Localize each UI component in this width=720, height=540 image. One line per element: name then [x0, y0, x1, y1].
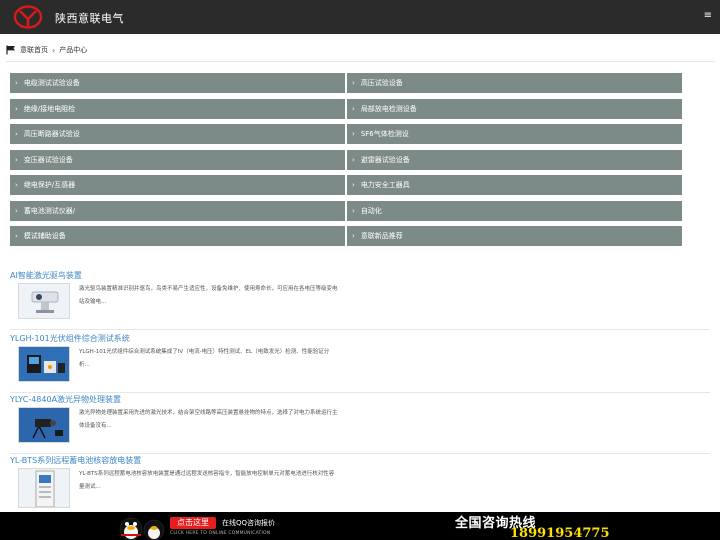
- category-label: 继电保护/互感器: [23, 181, 76, 189]
- footer-bar: 点击这里 在线QQ咨询报价 CLICK HERE TO ONLINE COMMU…: [0, 512, 720, 540]
- category-label: 变压器试验设备: [23, 155, 73, 164]
- product-title-link[interactable]: YL-BTS系列远程蓄电池核容放电装置: [10, 455, 141, 466]
- breadcrumb-current: 产品中心: [59, 46, 88, 54]
- product-divider: [10, 392, 710, 393]
- chevron-right-icon: ›: [15, 130, 18, 138]
- category-label: SF6气体检测设: [360, 130, 409, 138]
- category-item[interactable]: › SF6气体检测设: [347, 124, 684, 144]
- hotline-number[interactable]: 18991954775: [510, 526, 610, 540]
- flag-icon: [6, 45, 15, 55]
- pv-tester-photo[interactable]: [18, 346, 70, 382]
- product-description: YL-BTS系列远程蓄电池核容放电装置是通过远程发送核容指令，智能放电控制单元对…: [79, 471, 335, 490]
- chevron-right-icon: ›: [15, 232, 18, 240]
- category-item[interactable]: › 避雷器试验设备: [347, 149, 684, 170]
- category-item[interactable]: › 电力安全工器具: [347, 175, 684, 195]
- chevron-right-icon: ›: [15, 206, 18, 215]
- battery-cabinet-photo[interactable]: [18, 468, 70, 508]
- category-item[interactable]: › 自动化: [347, 200, 684, 221]
- product-title-link[interactable]: YLYC-4840A激光异物处理装置: [10, 394, 121, 405]
- category-label: 局部放电检测设备: [360, 104, 417, 113]
- category-label: 模试辅助设备: [23, 232, 66, 240]
- category-item[interactable]: › 高压断路器试验设: [10, 124, 347, 144]
- chevron-right-icon: ›: [352, 232, 355, 240]
- chevron-right-icon: ›: [352, 79, 355, 87]
- qq-consult-link[interactable]: 在线QQ咨询报价: [222, 518, 275, 528]
- product-description: YLGH-101光伏组件综合测试系统集成了IV（电流-电压）特性测试、EL（电致…: [79, 349, 330, 368]
- chevron-right-icon: ›: [352, 104, 355, 113]
- chevron-right-icon: ›: [352, 181, 355, 189]
- breadcrumb-home-link[interactable]: 意联首页: [20, 45, 48, 55]
- laser-bird-device-photo[interactable]: [18, 283, 70, 319]
- hamburger-icon[interactable]: ≡: [704, 10, 712, 21]
- category-item[interactable]: › 蓄电池测试仪器/: [10, 200, 347, 221]
- category-item[interactable]: › 局部放电检测设备: [347, 98, 684, 119]
- qq-consult-subtitle: CLICK HERE TO ONLINE COMMUNICATION: [170, 531, 271, 536]
- breadcrumb: 意联首页 › 产品中心: [6, 43, 87, 57]
- chevron-right-icon: ›: [15, 79, 18, 87]
- category-label: 绝缘/接地电阻检: [23, 104, 76, 113]
- category-label: 电缆测试试验设备: [23, 79, 80, 87]
- category-label: 高压试验设备: [360, 79, 403, 87]
- product-item: YLYC-4840A激光异物处理装置 激光异物处理装置采用先进的激光技术，结合架…: [10, 394, 710, 454]
- company-logo-icon[interactable]: [13, 5, 43, 29]
- chevron-right-icon: ›: [352, 206, 355, 215]
- click-here-button[interactable]: 点击这里: [170, 517, 216, 529]
- category-label: 避雷器试验设备: [360, 155, 410, 164]
- category-item[interactable]: › 模试辅助设备: [10, 226, 347, 246]
- breadcrumb-divider: [6, 61, 715, 62]
- category-label: 高压断路器试验设: [23, 130, 80, 138]
- breadcrumb-separator: ›: [52, 45, 56, 55]
- laser-removal-photo[interactable]: [18, 407, 70, 443]
- chevron-right-icon: ›: [352, 130, 355, 138]
- brand-name[interactable]: 陕西意联电气: [55, 10, 124, 26]
- product-divider: [10, 453, 710, 454]
- category-item[interactable]: › 绝缘/接地电阻检: [10, 98, 347, 119]
- top-header: 陕西意联电气 ≡: [0, 0, 720, 34]
- product-title-link[interactable]: YLGH-101光伏组件综合测试系统: [10, 333, 130, 344]
- category-item[interactable]: › 意联新品推荐: [347, 226, 684, 246]
- product-item: YLGH-101光伏组件综合测试系统 YLGH-101光伏组件综合测试系统集成了…: [10, 333, 710, 393]
- category-label: 电力安全工器具: [360, 181, 410, 189]
- category-item[interactable]: › 高压试验设备: [347, 73, 684, 93]
- category-item[interactable]: › 继电保护/互感器: [10, 175, 347, 195]
- product-title-link[interactable]: AI智能激光驱鸟装置: [10, 270, 82, 281]
- product-divider: [10, 329, 710, 330]
- product-item: YL-BTS系列远程蓄电池核容放电装置 YL-BTS系列远程蓄电池核容放电装置是…: [10, 455, 710, 515]
- category-label: 蓄电池测试仪器/: [23, 206, 76, 215]
- product-description: 激光异物处理装置采用先进的激光技术，结合架空线路等高压装置悬挂物的特点，选择了对…: [79, 410, 338, 429]
- category-item[interactable]: › 电缆测试试验设备: [10, 73, 347, 93]
- chevron-right-icon: ›: [352, 155, 355, 164]
- chevron-right-icon: ›: [15, 104, 18, 113]
- product-description: 激光驱鸟装置精准识别并驱鸟，鸟类不易产生适应性，设备免维护、使用寿命长，可应用在…: [79, 286, 338, 305]
- category-item[interactable]: › 变压器试验设备: [10, 149, 347, 170]
- category-label: 自动化: [360, 206, 382, 215]
- category-label: 意联新品推荐: [360, 232, 403, 240]
- product-item: AI智能激光驱鸟装置 激光驱鸟装置精准识别并驱鸟，鸟类不易产生适应性，设备免维护…: [10, 270, 710, 330]
- chevron-right-icon: ›: [15, 181, 18, 189]
- chevron-right-icon: ›: [15, 155, 18, 164]
- qq-penguin-icon[interactable]: [117, 513, 167, 540]
